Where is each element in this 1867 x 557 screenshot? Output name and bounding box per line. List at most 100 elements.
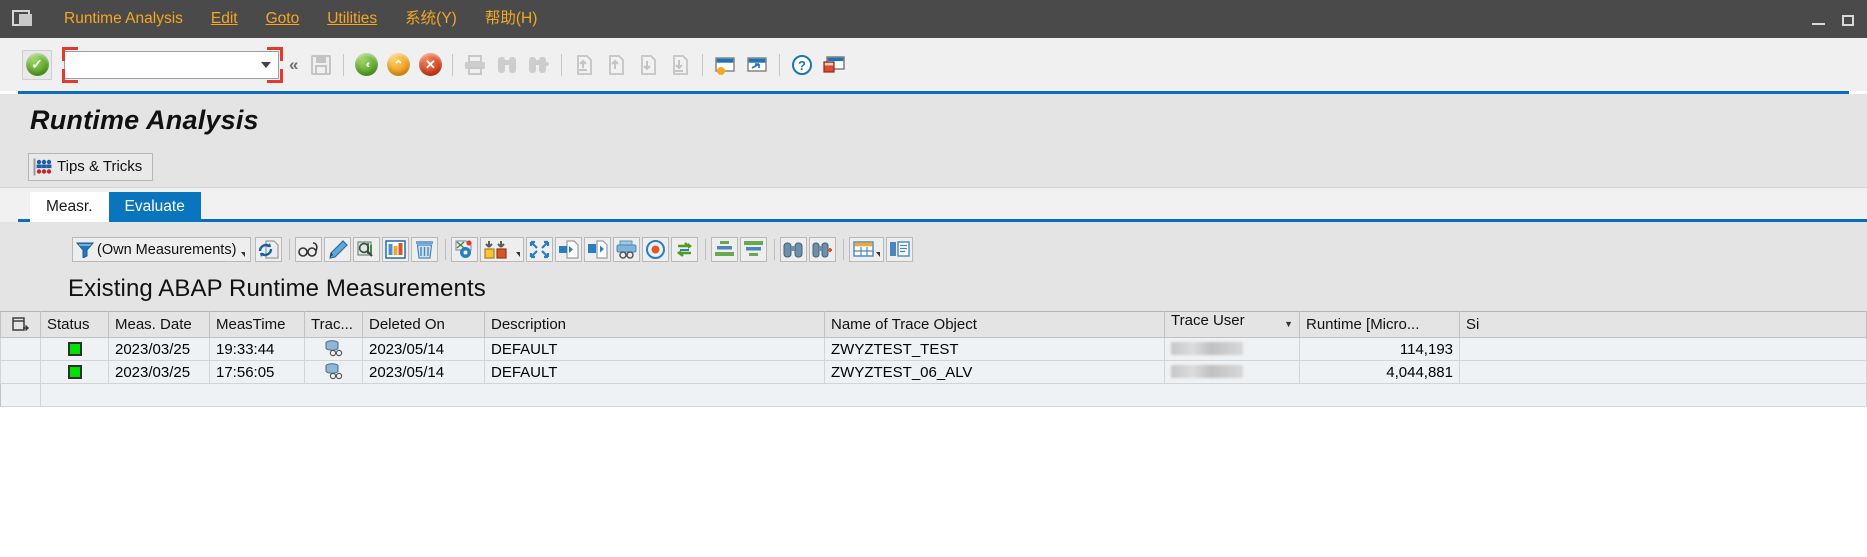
chevron-down-icon[interactable]	[876, 252, 881, 257]
next-page-button[interactable]	[633, 50, 663, 80]
binoculars-plus-icon	[529, 56, 550, 73]
cell-trace[interactable]	[304, 360, 363, 384]
layout-button[interactable]	[849, 237, 885, 262]
print-preview-icon	[616, 240, 637, 259]
sap-session-icon[interactable]	[10, 8, 36, 30]
tab-evaluate[interactable]: Evaluate	[108, 192, 201, 222]
import-button[interactable]	[584, 237, 612, 262]
cell-trace[interactable]	[304, 337, 363, 361]
expand-command-icon[interactable]: «	[289, 55, 299, 75]
expand-button[interactable]	[526, 237, 554, 262]
column-header-size[interactable]: Si	[1459, 311, 1867, 338]
table-row[interactable]: 2023/03/25 19:33:44 2023/05/14 DEFAULT Z…	[0, 337, 1867, 361]
cell-meas-time: 19:33:44	[209, 337, 305, 361]
column-header-description[interactable]: Description	[484, 311, 825, 338]
cell-meas-date: 2023/03/25	[108, 360, 210, 384]
cancel-button[interactable]: ✕	[415, 50, 445, 80]
tab-measr[interactable]: Measr.	[30, 192, 109, 222]
enter-button[interactable]: ✓	[22, 49, 52, 80]
column-header-deleted-on[interactable]: Deleted On	[362, 311, 485, 338]
refresh-button[interactable]	[255, 237, 283, 262]
previous-page-button[interactable]	[601, 50, 631, 80]
row-selector[interactable]	[0, 337, 41, 361]
print-button[interactable]	[460, 50, 490, 80]
compare-button[interactable]	[480, 237, 525, 262]
column-header-meas-date[interactable]: Meas. Date	[108, 311, 210, 338]
refresh-trace-button[interactable]	[671, 237, 699, 262]
import-icon	[588, 240, 609, 259]
menu-item-goto[interactable]: Goto	[252, 0, 314, 38]
cell-description: DEFAULT	[484, 337, 825, 361]
minimize-button[interactable]	[1803, 8, 1833, 32]
first-page-icon	[577, 54, 593, 75]
exit-button[interactable]: ⌃	[383, 50, 413, 80]
sort-ascending-button[interactable]	[711, 237, 739, 262]
save-button[interactable]	[306, 50, 336, 80]
cell-trace-user	[1164, 337, 1300, 361]
first-page-button[interactable]	[569, 50, 599, 80]
column-header-runtime[interactable]: Runtime [Micro...	[1299, 311, 1460, 338]
cell-size	[1459, 337, 1867, 361]
help-button[interactable]: ?	[787, 50, 817, 80]
customize-layout-button[interactable]	[819, 50, 849, 80]
filter-icon	[76, 242, 94, 258]
settings-button[interactable]	[451, 237, 479, 262]
print-icon	[465, 54, 486, 75]
glasses-icon	[298, 241, 319, 257]
cell-deleted-on: 2023/05/14	[362, 337, 485, 361]
cell-runtime: 4,044,881	[1299, 360, 1460, 384]
find-next-button[interactable]	[809, 237, 837, 262]
menu-label: Goto	[265, 10, 300, 27]
tips-and-tricks-button[interactable]: Tips & Tricks	[28, 152, 154, 181]
display-button[interactable]	[295, 237, 323, 262]
record-button[interactable]	[642, 237, 670, 262]
export-button[interactable]	[555, 237, 583, 262]
menu-item-runtime-analysis[interactable]: Runtime Analysis	[50, 0, 197, 38]
menu-item-utilities[interactable]: Utilities	[313, 0, 391, 38]
create-session-button[interactable]	[710, 50, 740, 80]
column-header-meas-time[interactable]: MeasTime	[209, 311, 305, 338]
monitor-icon	[823, 55, 846, 73]
sort-descending-icon	[744, 241, 764, 256]
select-all-icon	[12, 316, 29, 331]
sort-ascending-icon	[715, 241, 735, 256]
column-header-status[interactable]: Status	[40, 311, 109, 338]
chevron-down-icon[interactable]	[261, 61, 271, 68]
menu-item-edit[interactable]: Edit	[197, 0, 252, 38]
column-header-trace[interactable]: Trac...	[304, 311, 363, 338]
analyze-button[interactable]	[353, 237, 381, 262]
select-all-header[interactable]	[0, 311, 41, 338]
detail-button[interactable]	[886, 237, 914, 262]
back-button[interactable]: ‹‹	[351, 50, 381, 80]
tips-and-tricks-label: Tips & Tricks	[57, 158, 143, 175]
save-icon	[311, 54, 332, 75]
edit-button[interactable]	[324, 237, 352, 262]
find-button[interactable]	[492, 50, 522, 80]
maximize-button[interactable]	[1833, 8, 1863, 32]
find-button[interactable]	[780, 237, 808, 262]
own-measurements-filter-button[interactable]: (Own Measurements)	[72, 237, 252, 262]
sort-descending-button[interactable]	[740, 237, 768, 262]
binoculars-icon	[783, 242, 803, 258]
menu-item-help[interactable]: 帮助(H)	[471, 0, 552, 38]
last-page-button[interactable]	[665, 50, 695, 80]
row-selector[interactable]	[0, 360, 41, 384]
statistics-button[interactable]	[382, 237, 410, 262]
status-green-icon	[67, 341, 82, 356]
sort-indicator-icon: ▼	[1284, 319, 1293, 329]
column-header-trace-object[interactable]: Name of Trace Object	[824, 311, 1165, 338]
tab-strip: Measr. Evaluate	[0, 188, 1867, 222]
command-input[interactable]	[65, 51, 278, 78]
chevron-down-icon[interactable]	[516, 252, 521, 257]
command-field[interactable]	[64, 50, 279, 79]
menu-item-system[interactable]: 系统(Y)	[391, 0, 471, 38]
print-preview-button[interactable]	[613, 237, 641, 262]
create-shortcut-button[interactable]	[742, 50, 772, 80]
find-next-button[interactable]	[524, 50, 554, 80]
column-header-trace-user[interactable]: Trace User ▼	[1164, 311, 1300, 338]
chevron-down-icon[interactable]	[241, 252, 246, 257]
delete-button[interactable]	[411, 237, 439, 262]
table-row[interactable]: 2023/03/25 17:56:05 2023/05/14 DEFAULT Z…	[0, 360, 1867, 384]
binoculars-next-icon	[812, 242, 833, 258]
grid-title: Existing ABAP Runtime Measurements	[68, 275, 486, 302]
